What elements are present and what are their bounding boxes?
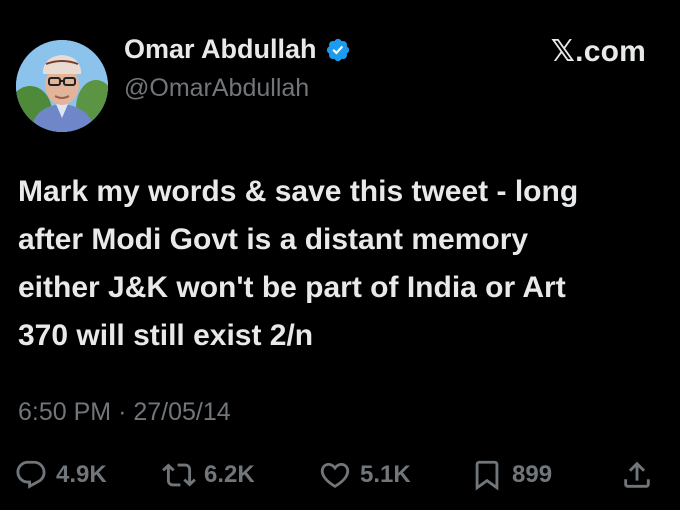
like-count: 5.1K	[360, 461, 411, 488]
reply-icon	[14, 458, 48, 492]
repost-icon	[162, 458, 196, 492]
verified-badge-icon	[325, 37, 351, 63]
x-brand-logo: 𝕏.com	[550, 35, 646, 68]
bookmark-count: 899	[512, 461, 553, 488]
bookmark-button[interactable]: 899	[470, 458, 552, 492]
meta-separator: ·	[118, 398, 127, 426]
bookmark-icon	[470, 458, 504, 492]
tweet-text: Mark my words & save this tweet - long a…	[18, 175, 579, 352]
repost-button[interactable]: 6.2K	[162, 458, 255, 492]
display-name[interactable]: Omar Abdullah	[124, 34, 317, 65]
name-row: Omar Abdullah	[124, 34, 351, 65]
tweet-date: 27/05/14	[133, 398, 231, 426]
like-button[interactable]: 5.1K	[318, 458, 411, 492]
share-icon	[620, 458, 654, 492]
tweet-time: 6:50 PM	[18, 398, 112, 426]
avatar[interactable]	[16, 40, 108, 132]
share-button[interactable]	[620, 458, 654, 492]
repost-count: 6.2K	[204, 461, 255, 488]
heart-icon	[318, 458, 352, 492]
action-bar: 4.9K 6.2K 5.1K 899	[14, 458, 666, 502]
user-handle[interactable]: @OmarAbdullah	[124, 74, 309, 103]
tweet-card: Omar Abdullah @OmarAbdullah 𝕏.com Mark m…	[0, 0, 680, 510]
tweet-timestamp[interactable]: 6:50 PM · 27/05/14	[18, 398, 231, 427]
reply-count: 4.9K	[56, 461, 107, 488]
profile-photo	[16, 40, 108, 132]
reply-button[interactable]: 4.9K	[14, 458, 107, 492]
